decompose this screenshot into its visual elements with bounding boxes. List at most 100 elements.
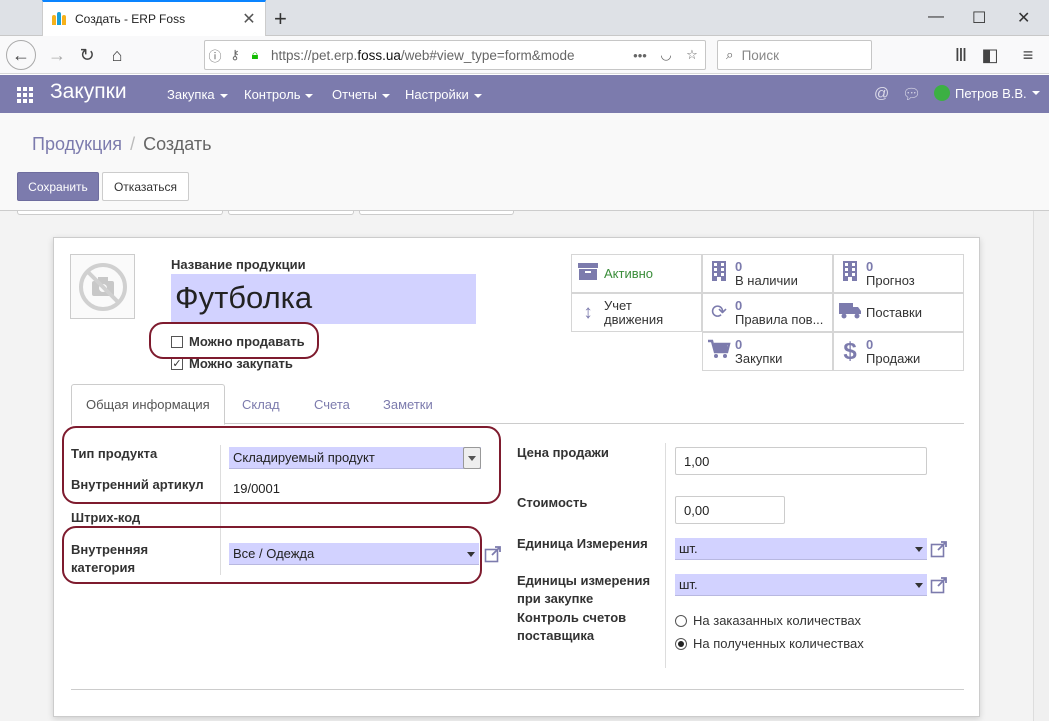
menu-control[interactable]: Контроль	[244, 87, 313, 102]
ghost-panel	[359, 211, 514, 215]
search-placeholder: Поиск	[741, 47, 779, 63]
bill-on-ordered-label: На заказанных количествах	[693, 613, 862, 628]
purchase-uom-select[interactable]: шт.	[675, 574, 927, 596]
product-name-input[interactable]: Футболка	[171, 274, 476, 324]
form-content-area: Название продукции Футболка Можно продав…	[0, 211, 1049, 721]
purchase-uom-label: Единицы измерения при закупке	[517, 572, 650, 608]
browser-tab-bar: Создать - ERP Foss ✕ + — ☐ ✕	[0, 0, 1049, 36]
caret-down-icon[interactable]	[467, 552, 475, 557]
menu-purchase[interactable]: Закупка	[167, 87, 228, 102]
url-text: https://pet.erp.foss.ua/web#view_type=fo…	[271, 47, 575, 63]
radio-button[interactable]	[675, 637, 687, 650]
building-icon	[834, 260, 866, 288]
sidebar-icon[interactable]: ◧	[975, 40, 1005, 70]
back-arrow-icon[interactable]: ←	[6, 40, 36, 70]
shipments-stat-button[interactable]: Поставки	[833, 293, 964, 332]
cart-icon	[703, 339, 735, 365]
forecast-stat-button[interactable]: 0 Прогноз	[833, 254, 964, 293]
minimize-window-icon[interactable]: —	[928, 8, 944, 26]
address-bar[interactable]: ⓘ ⚷ 🔒︎ https://pet.erp.foss.ua/web#view_…	[204, 40, 706, 70]
can-buy-checkbox[interactable]: ✓ Можно закупать	[171, 356, 293, 371]
chevron-down-icon[interactable]	[463, 447, 481, 469]
sale-price-label: Цена продажи	[517, 445, 609, 460]
purchase-uom-label-line2: при закупке	[517, 591, 594, 606]
internal-category-value: Все / Одежда	[233, 546, 315, 561]
bookmark-star-icon[interactable]: ☆	[679, 47, 705, 63]
discard-button[interactable]: Отказаться	[102, 172, 189, 201]
new-tab-icon[interactable]: +	[274, 6, 287, 32]
forecast-label: Прогноз	[866, 272, 915, 288]
product-type-select[interactable]: Складируемый продукт	[229, 447, 481, 469]
dollar-icon: $	[843, 337, 857, 365]
tab-notes[interactable]: Заметки	[369, 384, 447, 424]
browser-search-input[interactable]: ⌕ Поиск	[717, 40, 872, 70]
bill-on-received-radio[interactable]: На полученных количествах	[675, 636, 864, 651]
external-link-icon[interactable]	[930, 576, 948, 594]
caret-down-icon[interactable]	[915, 547, 923, 552]
tab-invoices[interactable]: Счета	[300, 384, 364, 424]
more-dots-icon[interactable]: •••	[627, 48, 653, 63]
on-hand-stat-button[interactable]: 0В наличии	[702, 254, 833, 293]
can-sell-checkbox[interactable]: Можно продавать	[171, 334, 305, 349]
browser-tab-title: Создать - ERP Foss	[75, 12, 186, 26]
sales-stat-button[interactable]: $ 0 Продажи	[833, 332, 964, 371]
radio-button[interactable]	[675, 614, 687, 627]
can-sell-box[interactable]	[171, 335, 183, 348]
close-window-icon[interactable]: ✕	[1017, 8, 1030, 28]
purchases-stat-button[interactable]: 0 Закупки	[702, 332, 833, 371]
internal-category-select[interactable]: Все / Одежда	[229, 543, 479, 565]
sales-label: Продажи	[866, 350, 921, 366]
external-link-icon[interactable]	[930, 540, 948, 558]
internal-ref-input[interactable]: 19/0001	[233, 481, 280, 496]
breadcrumb-current: Создать	[143, 134, 212, 154]
cost-input[interactable]: 0,00	[675, 496, 785, 524]
forecast-value: 0	[866, 258, 874, 274]
forward-arrow-icon[interactable]: →	[42, 40, 72, 70]
refresh-icon: ⟳	[711, 302, 727, 323]
breadcrumb-parent[interactable]: Продукция	[32, 134, 122, 154]
active-stat-button[interactable]: Активно	[571, 254, 702, 293]
erp-favicon-icon	[51, 11, 67, 27]
building-icon	[703, 260, 735, 288]
field-divider	[665, 443, 666, 668]
hamburger-menu-icon[interactable]: ≡	[1013, 40, 1043, 70]
sale-price-input[interactable]: 1,00	[675, 447, 927, 475]
vertical-scrollbar[interactable]	[1033, 211, 1049, 721]
tab-warehouse[interactable]: Склад	[228, 384, 294, 424]
lock-icon[interactable]: 🔒︎	[245, 47, 265, 63]
uom-select[interactable]: шт.	[675, 538, 927, 560]
caret-down-icon[interactable]	[915, 583, 923, 588]
save-button[interactable]: Сохранить	[17, 172, 99, 201]
user-menu[interactable]: Петров В.В.	[934, 85, 1040, 101]
pocket-icon[interactable]: ◡	[653, 47, 679, 63]
tab-general-info[interactable]: Общая информация	[71, 384, 225, 425]
menu-settings[interactable]: Настройки	[405, 87, 482, 102]
home-icon[interactable]: ⌂	[102, 40, 132, 70]
stock-moves-stat-button[interactable]: ↕ Учет движения	[571, 293, 702, 332]
internal-category-label: Внутренняя категория	[71, 541, 148, 577]
uom-label: Единица Измерения	[517, 536, 648, 551]
can-buy-box[interactable]: ✓	[171, 357, 183, 370]
breadcrumb-separator: /	[130, 134, 136, 154]
reorder-rules-stat-button[interactable]: ⟳ 0 Правила пов...	[702, 293, 833, 332]
barcode-input[interactable]	[229, 506, 481, 528]
apps-grid-icon[interactable]	[17, 87, 33, 103]
purchase-uom-value: шт.	[679, 577, 698, 592]
menu-reports[interactable]: Отчеты	[332, 87, 390, 102]
maximize-window-icon[interactable]: ☐	[972, 8, 986, 28]
archive-icon	[572, 261, 604, 287]
external-link-icon[interactable]	[484, 545, 502, 563]
chat-bubbles-icon[interactable]: 💬︎	[902, 85, 921, 103]
library-icon[interactable]: Ⅲ	[946, 40, 976, 70]
at-mention-icon[interactable]: @	[874, 85, 889, 102]
bill-on-ordered-radio[interactable]: На заказанных количествах	[675, 613, 861, 628]
info-icon[interactable]: ⓘ	[205, 46, 225, 65]
product-image-placeholder[interactable]	[70, 254, 135, 319]
browser-tab[interactable]: Создать - ERP Foss ✕	[42, 0, 266, 36]
reload-icon[interactable]: ↻	[72, 40, 102, 70]
app-name: Закупки	[50, 80, 127, 103]
avatar	[934, 85, 950, 101]
key-icon[interactable]: ⚷	[225, 47, 245, 63]
close-tab-icon[interactable]: ✕	[241, 9, 257, 29]
bill-control-label: Контроль счетов поставщика	[517, 609, 626, 645]
